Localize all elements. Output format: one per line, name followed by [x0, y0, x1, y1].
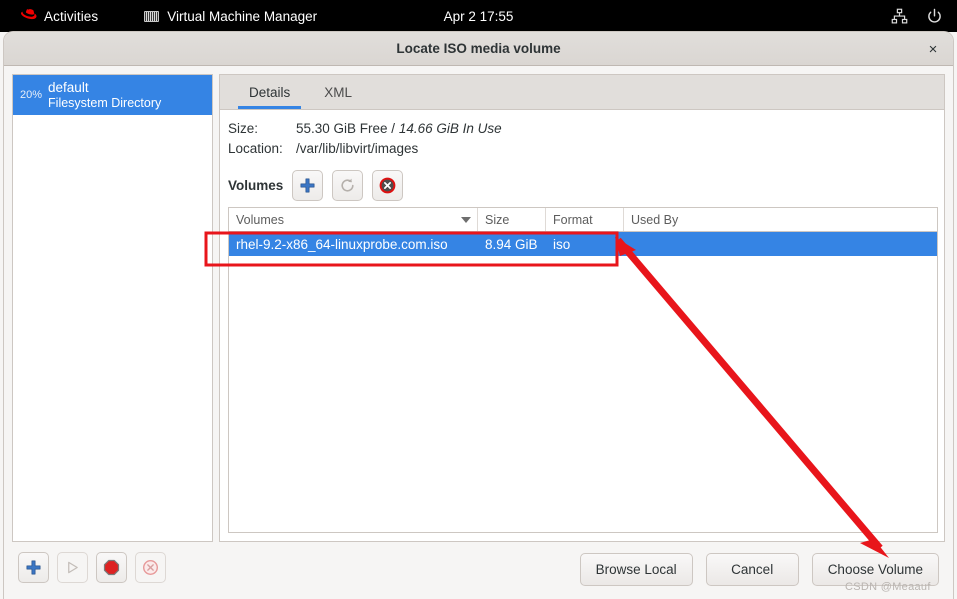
vmm-icon	[144, 10, 160, 22]
app-menu-label: Virtual Machine Manager	[167, 8, 318, 24]
activities-button[interactable]: Activities	[17, 0, 102, 32]
delete-pool-button[interactable]	[135, 552, 166, 583]
add-volume-button[interactable]	[292, 170, 324, 201]
size-label: Size:	[228, 121, 259, 136]
volumes-table-header: Volumes Size Format Used By	[229, 208, 937, 232]
activities-label: Activities	[44, 8, 99, 24]
refresh-icon	[341, 178, 354, 192]
gnome-top-bar: Activities Virtual Machine Manager Apr 2…	[0, 0, 957, 32]
table-row[interactable]: rhel-9.2-x86_64-linuxprobe.com.iso 8.94 …	[229, 232, 937, 256]
column-header-used-by-label: Used By	[631, 212, 679, 227]
tab-details[interactable]: Details	[232, 75, 307, 109]
sort-descending-icon	[461, 217, 471, 223]
dialog-body: 20% default Filesystem Directory Details…	[4, 66, 953, 599]
tab-xml-label: XML	[324, 84, 353, 100]
cell-volume-name: rhel-9.2-x86_64-linuxprobe.com.iso	[236, 236, 448, 252]
column-header-size[interactable]: Size	[478, 208, 546, 231]
size-separator: /	[387, 121, 399, 136]
location-label: Location:	[228, 141, 283, 156]
network-icon[interactable]	[891, 8, 908, 25]
volumes-table[interactable]: Volumes Size Format Used By rhel-9.2-x86…	[228, 207, 938, 533]
stop-pool-button[interactable]	[96, 552, 127, 583]
app-menu-button[interactable]: Virtual Machine Manager	[140, 0, 321, 32]
column-header-volumes-label: Volumes	[236, 212, 284, 227]
delete-icon	[142, 559, 159, 576]
column-header-format[interactable]: Format	[546, 208, 624, 231]
power-icon[interactable]	[926, 8, 943, 25]
locate-iso-dialog: Locate ISO media volume × 20% default Fi…	[4, 32, 953, 599]
plus-icon	[300, 178, 315, 193]
cancel-button[interactable]: Cancel	[705, 553, 799, 586]
stop-icon	[103, 559, 120, 576]
dialog-titlebar: Locate ISO media volume ×	[4, 32, 953, 66]
tab-xml[interactable]: XML	[307, 75, 369, 109]
location-value: /var/lib/libvirt/images	[296, 141, 419, 156]
watermark: CSDN @Meaauf	[845, 581, 931, 593]
tab-details-label: Details	[249, 84, 291, 100]
column-header-size-label: Size	[485, 212, 510, 227]
size-free: 55.30 GiB Free	[296, 121, 388, 136]
cell-volume-size: 8.94 GiB	[485, 236, 538, 252]
detail-tabs: Details XML	[220, 75, 944, 110]
redhat-logo-icon	[21, 9, 37, 20]
volumes-label: Volumes	[228, 178, 284, 193]
column-header-volumes[interactable]: Volumes	[229, 208, 478, 231]
browse-local-button[interactable]: Browse Local	[579, 553, 693, 586]
delete-volume-button[interactable]	[372, 170, 404, 201]
cell-volume-format: iso	[553, 236, 571, 252]
storage-pool-list[interactable]: 20% default Filesystem Directory	[12, 74, 213, 542]
sidebar-item-default[interactable]: 20% default Filesystem Directory	[13, 75, 212, 115]
close-icon[interactable]: ×	[923, 39, 943, 59]
add-pool-button[interactable]	[18, 552, 49, 583]
play-icon	[68, 561, 78, 574]
size-in-use: 14.66 GiB In Use	[398, 121, 502, 136]
pool-name: default	[48, 80, 89, 96]
refresh-volumes-button[interactable]	[332, 170, 364, 201]
volumes-toolbar: Volumes	[220, 170, 944, 201]
pool-toolbar	[18, 552, 166, 583]
pool-type: Filesystem Directory	[48, 95, 162, 110]
pool-usage-percent: 20%	[20, 88, 43, 101]
system-tray	[891, 0, 943, 32]
column-header-used-by[interactable]: Used By	[624, 208, 937, 231]
cell-volume-used-by	[624, 232, 937, 256]
pool-size-row: Size: 55.30 GiB Free / 14.66 GiB In Use	[220, 121, 944, 136]
delete-icon	[379, 177, 396, 194]
pool-detail-pane: Details XML Size: 55.30 GiB Free / 14.66…	[219, 74, 945, 542]
plus-icon	[26, 560, 41, 575]
size-value: 55.30 GiB Free / 14.66 GiB In Use	[296, 121, 502, 136]
pool-location-row: Location: /var/lib/libvirt/images	[220, 141, 944, 156]
clock-label: Apr 2 17:55	[443, 8, 514, 24]
dialog-title: Locate ISO media volume	[396, 41, 561, 56]
column-header-format-label: Format	[553, 212, 593, 227]
start-pool-button[interactable]	[57, 552, 88, 583]
